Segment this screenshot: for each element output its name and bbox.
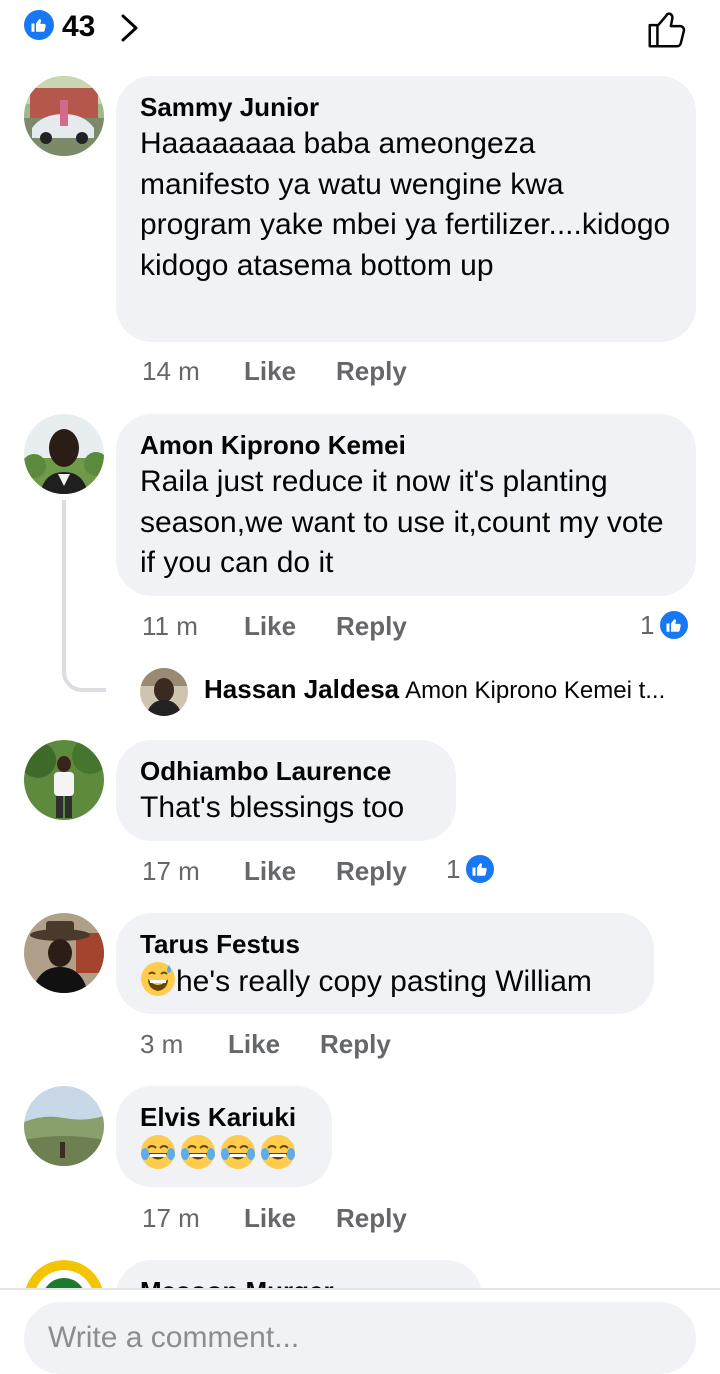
comment-composer xyxy=(0,1288,720,1374)
comment-time: 17 m xyxy=(142,1203,200,1233)
comment-bubble[interactable]: Sammy Junior Haaaaaaaa baba ameongeza ma… xyxy=(116,76,696,342)
tears-of-joy-emoji xyxy=(181,1135,215,1169)
comment-author[interactable]: Elvis Kariuki xyxy=(140,1100,308,1134)
comment-time: 17 m xyxy=(142,856,200,886)
comment-text-body: he's really copy pasting William xyxy=(176,965,592,998)
like-button[interactable]: Like xyxy=(228,1029,280,1060)
comment-bubble[interactable]: Odhiambo Laurence That's blessings too xyxy=(116,740,456,841)
reaction-count: 1 xyxy=(640,609,655,640)
reply-button[interactable]: Reply xyxy=(320,1029,391,1060)
comment-text: Haaaaaaaa baba ameongeza manifesto ya wa… xyxy=(140,127,671,282)
reply-button[interactable]: Reply xyxy=(336,1203,407,1234)
like-button[interactable]: Like xyxy=(244,856,296,887)
comment-actions: 14 m Like Reply xyxy=(142,356,542,390)
like-icon[interactable] xyxy=(24,10,54,40)
comment-time: 11 m xyxy=(142,611,198,641)
comment-author[interactable]: Odhiambo Laurence xyxy=(140,754,432,788)
comment-bubble[interactable]: Amon Kiprono Kemei Raila just reduce it … xyxy=(116,414,696,596)
comment-bubble[interactable]: Tarus Festus he's really copy pasting Wi… xyxy=(116,913,654,1014)
comment-author[interactable]: Sammy Junior xyxy=(140,90,672,124)
avatar[interactable] xyxy=(24,913,104,993)
comment-text: Raila just reduce it now it's planting s… xyxy=(140,465,664,579)
thumbs-up-outline-icon[interactable] xyxy=(644,6,690,52)
comment-actions: 11 m Like Reply xyxy=(142,611,542,645)
comment-actions: 17 m Like Reply xyxy=(142,856,442,890)
reply-button[interactable]: Reply xyxy=(336,856,407,887)
comment-text: That's blessings too xyxy=(140,791,405,824)
comment-author[interactable]: Tarus Festus xyxy=(140,927,630,961)
reactions-header: 43 xyxy=(0,0,720,56)
comment-reactions[interactable]: 1 xyxy=(640,608,691,642)
like-button[interactable]: Like xyxy=(244,611,296,642)
thread-connector xyxy=(62,500,106,692)
like-button[interactable]: Like xyxy=(244,1203,296,1234)
comment-reactions[interactable]: 1 xyxy=(446,852,497,886)
reply-author[interactable]: Hassan Jaldesa xyxy=(204,674,399,704)
comment-emoji-row xyxy=(140,1134,308,1174)
comment-actions: 3 m Like Reply xyxy=(140,1029,440,1063)
comment-author[interactable]: Amon Kiprono Kemei xyxy=(140,428,672,462)
avatar[interactable] xyxy=(24,740,104,820)
tears-of-joy-emoji xyxy=(141,1135,175,1169)
like-icon xyxy=(464,853,497,885)
like-button[interactable]: Like xyxy=(244,356,296,387)
reply-button[interactable]: Reply xyxy=(336,611,407,642)
comment-input[interactable] xyxy=(24,1302,696,1374)
chevron-right-icon[interactable] xyxy=(118,12,142,44)
like-icon xyxy=(658,609,691,641)
grinning-sweat-emoji xyxy=(141,962,175,996)
comment-time: 14 m xyxy=(142,356,200,386)
comment-text: he's really copy pasting William xyxy=(140,961,630,1003)
reaction-count: 1 xyxy=(446,853,461,884)
avatar[interactable] xyxy=(24,1086,104,1166)
avatar[interactable] xyxy=(24,414,104,494)
avatar[interactable] xyxy=(24,76,104,156)
tears-of-joy-emoji xyxy=(261,1135,295,1169)
comment-actions: 17 m Like Reply xyxy=(142,1203,442,1237)
reply-button[interactable]: Reply xyxy=(336,356,407,387)
tears-of-joy-emoji xyxy=(221,1135,255,1169)
comment-bubble[interactable]: Elvis Kariuki xyxy=(116,1086,332,1187)
comment-time: 3 m xyxy=(140,1029,184,1059)
reply-avatar[interactable] xyxy=(140,668,188,716)
reply-preview[interactable]: Hassan Jaldesa Amon Kiprono Kemei t... xyxy=(204,674,704,710)
reaction-count[interactable]: 43 xyxy=(62,10,95,44)
reply-text: Amon Kiprono Kemei t... xyxy=(405,677,666,704)
